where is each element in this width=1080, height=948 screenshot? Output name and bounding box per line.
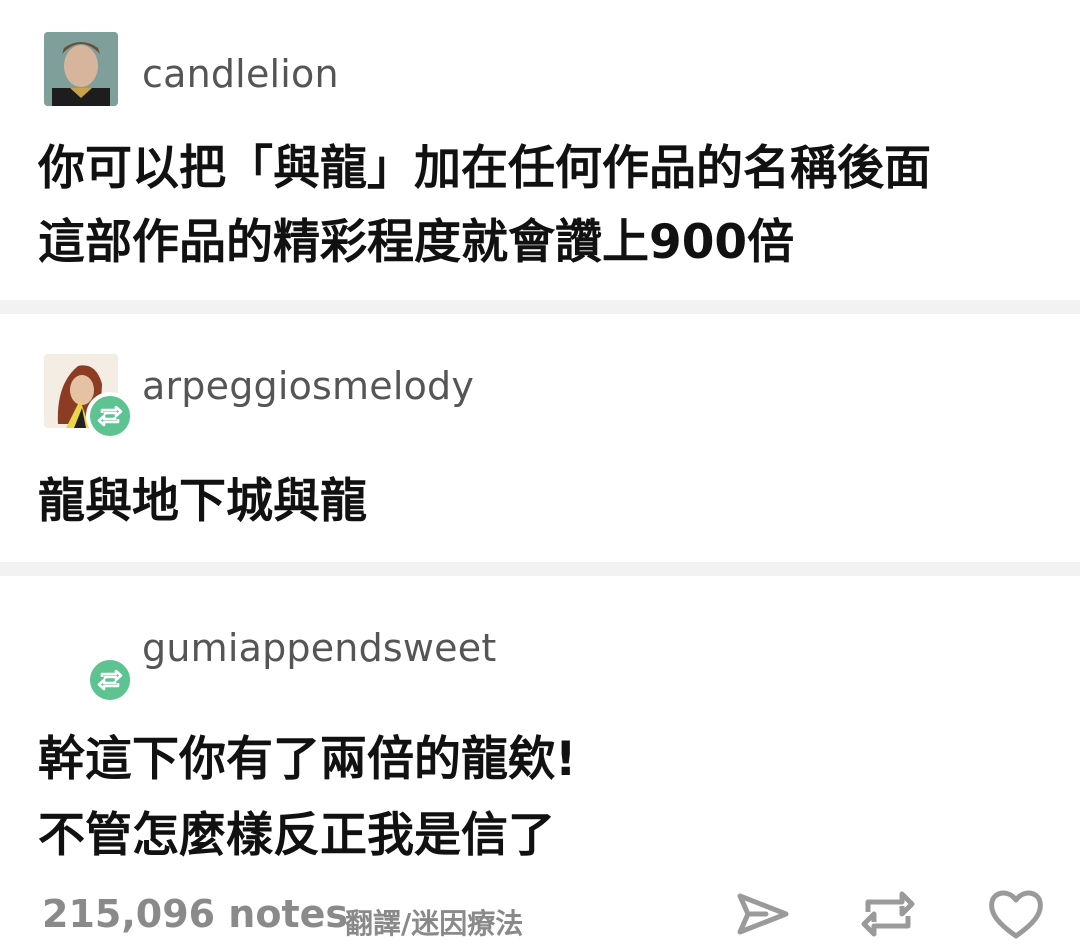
username-arpeggiosmelody[interactable]: arpeggiosmelody bbox=[142, 364, 474, 408]
post-text-line-1: 龍與地下城與龍 bbox=[38, 474, 367, 529]
post-arpeggiosmelody: arpeggiosmelody 龍與地下城與龍 bbox=[0, 314, 1080, 562]
post-candlelion: candlelion 你可以把「與龍」加在任何作品的名稱後面 這部作品的精彩程度… bbox=[0, 0, 1080, 300]
username-gumiappendsweet[interactable]: gumiappendsweet bbox=[142, 626, 496, 670]
notes-count[interactable]: 215,096 notes bbox=[42, 892, 348, 936]
reblog-badge-icon bbox=[86, 656, 134, 704]
post-text-line-2: 這部作品的精彩程度就會讚上900倍 bbox=[38, 215, 795, 270]
post-separator bbox=[0, 300, 1080, 314]
share-icon[interactable] bbox=[732, 884, 792, 944]
post-text-line-2: 不管怎麼樣反正我是信了 bbox=[38, 808, 555, 863]
reblog-icon[interactable] bbox=[858, 884, 918, 944]
post-text-line-1: 幹這下你有了兩倍的龍欸! bbox=[38, 732, 577, 787]
post-separator bbox=[0, 562, 1080, 576]
username-candlelion[interactable]: candlelion bbox=[142, 52, 339, 96]
post-text-line-1: 你可以把「與龍」加在任何作品的名稱後面 bbox=[38, 141, 931, 196]
heart-icon[interactable] bbox=[986, 884, 1046, 944]
avatar-candlelion[interactable] bbox=[44, 32, 118, 106]
reblog-badge-icon bbox=[86, 392, 134, 440]
translation-credit: 翻譯/迷因療法 bbox=[345, 907, 524, 940]
